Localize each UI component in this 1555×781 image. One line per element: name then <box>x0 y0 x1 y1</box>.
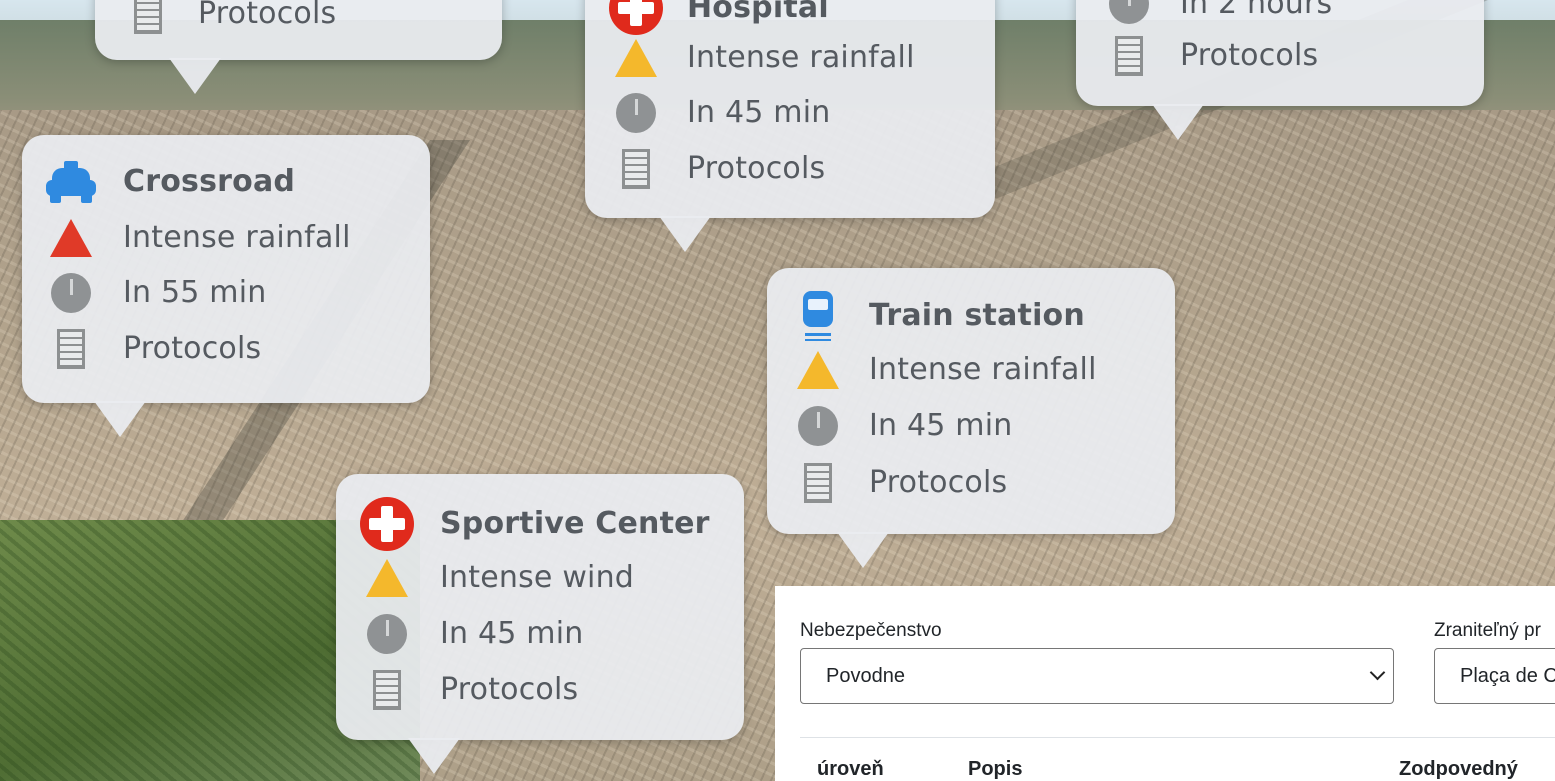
callout-title: Sportive Center <box>440 506 710 541</box>
clock-icon <box>1109 0 1149 24</box>
callout-card-hospital: Hospital Intense rainfall In 45 min Prot… <box>585 0 995 252</box>
eta-text: In 45 min <box>869 408 1013 443</box>
protocols-link[interactable]: Protocols <box>440 664 578 716</box>
hazard-select-value: Povodne <box>826 665 905 687</box>
chevron-down-icon <box>1369 664 1386 681</box>
warning-triangle-icon <box>366 559 408 597</box>
warning-triangle-icon <box>797 351 839 389</box>
hazard-label: Nebezpečenstvo <box>800 620 942 641</box>
callout-card-sportive-center: Sportive Center Intense wind In 45 min P… <box>336 474 744 774</box>
divider <box>800 737 1555 738</box>
hazard-text: Intense rainfall <box>869 352 1097 387</box>
taxi-icon <box>46 161 96 203</box>
clock-icon <box>51 273 91 313</box>
callout-card-top-left: Protocols <box>95 0 502 94</box>
column-header-level: úroveň <box>817 758 884 780</box>
callout-title: Crossroad <box>123 164 296 199</box>
column-header-responsible: Zodpovedný <box>1399 758 1518 780</box>
clock-icon <box>798 406 838 446</box>
hazard-text: Intense rainfall <box>687 40 915 75</box>
protocols-link[interactable]: Protocols <box>198 0 336 40</box>
warning-triangle-icon <box>615 39 657 77</box>
protocols-link[interactable]: Protocols <box>869 457 1007 509</box>
clock-icon <box>616 93 656 133</box>
vulnerable-point-select[interactable]: Plaça de C <box>1434 648 1555 704</box>
column-header-description: Popis <box>968 758 1023 780</box>
document-icon <box>57 329 85 369</box>
vulnerable-select-value: Plaça de C <box>1460 665 1555 687</box>
eta-text: In 45 min <box>687 95 831 130</box>
vulnerable-label: Zraniteľný pr <box>1434 620 1541 641</box>
document-icon <box>1115 36 1143 76</box>
callout-title: Hospital <box>687 0 829 25</box>
medical-cross-icon <box>360 497 414 551</box>
callout-card-train-station: Train station Intense rainfall In 45 min… <box>767 268 1175 568</box>
clock-icon <box>367 614 407 654</box>
document-icon <box>134 0 162 34</box>
document-icon <box>804 463 832 503</box>
callout-title: Train station <box>869 298 1085 333</box>
warning-triangle-icon <box>50 219 92 257</box>
train-icon <box>803 291 833 341</box>
eta-text: In 45 min <box>440 616 584 651</box>
protocols-link[interactable]: Protocols <box>123 323 261 375</box>
callout-card-crossroad: Crossroad Intense rainfall In 55 min Pro… <box>22 135 430 437</box>
eta-text: In 2 hours <box>1180 0 1333 21</box>
medical-cross-icon <box>609 0 663 35</box>
eta-text: In 55 min <box>123 275 267 310</box>
protocols-link[interactable]: Protocols <box>687 143 825 195</box>
hazard-select[interactable]: Povodne <box>800 648 1394 704</box>
hazard-text: Intense wind <box>440 560 635 595</box>
hazard-text: Intense rainfall <box>123 220 351 255</box>
hazard-form-panel: Nebezpečenstvo Povodne Zraniteľný pr Pla… <box>775 586 1555 781</box>
protocols-link[interactable]: Protocols <box>1180 30 1318 82</box>
document-icon <box>373 670 401 710</box>
document-icon <box>622 149 650 189</box>
callout-card-top-right: In 2 hours Protocols <box>1076 0 1484 140</box>
